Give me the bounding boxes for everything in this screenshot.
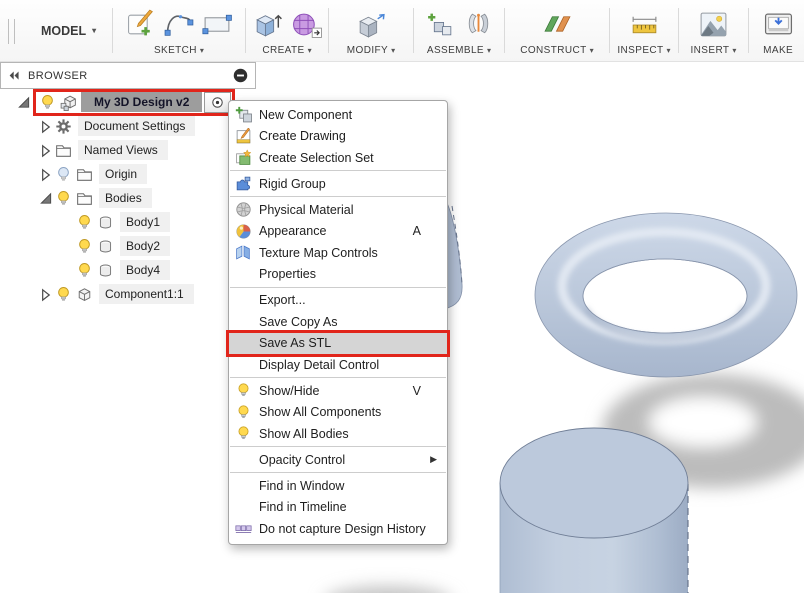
cylinder-body[interactable]	[500, 428, 688, 593]
menu-item-shortcut: V	[413, 384, 437, 398]
menu-item-properties[interactable]: Properties	[229, 264, 447, 286]
rigid-group-icon	[235, 175, 252, 192]
tree-item-label: Body1	[120, 212, 170, 232]
bulb-on-icon[interactable]	[54, 285, 73, 304]
menu-item-display-detail-control[interactable]: Display Detail Control	[229, 354, 447, 376]
menu-item-opacity-control[interactable]: Opacity Control ▶	[229, 449, 447, 471]
menu-separator	[230, 472, 446, 473]
arrow-collapsed-icon[interactable]	[38, 119, 53, 134]
design-history-icon	[235, 520, 252, 537]
gear-icon	[54, 117, 73, 136]
menu-item-show-hide[interactable]: Show/Hide V	[229, 380, 447, 402]
menu-item-label: Texture Map Controls	[259, 246, 378, 260]
tree-item-label: Body2	[120, 236, 170, 256]
physical-material-icon	[235, 201, 252, 218]
menu-item-label: Show All Components	[259, 405, 381, 419]
menu-item-rigid-group[interactable]: Rigid Group	[229, 173, 447, 195]
menu-item-export[interactable]: Export...	[229, 290, 447, 312]
menu-item-physical-material[interactable]: Physical Material	[229, 199, 447, 221]
create-drawing-icon	[235, 128, 252, 145]
tree-item-label: Document Settings	[78, 116, 195, 136]
menu-item-find-in-window[interactable]: Find in Window	[229, 475, 447, 497]
annotation-box-root-item: My 3D Design v2	[33, 89, 235, 116]
menu-separator	[230, 287, 446, 288]
radio-icon	[211, 96, 224, 109]
tree-item-label: Component1:1	[99, 284, 194, 304]
context-menu: New Component Create Drawing Create Select…	[228, 100, 448, 545]
menu-item-new-component[interactable]: New Component	[229, 104, 447, 126]
body-icon	[96, 237, 115, 256]
menu-separator	[230, 196, 446, 197]
tree-item-label: Body4	[120, 260, 170, 280]
menu-item-appearance[interactable]: Appearance A	[229, 221, 447, 243]
menu-item-find-in-timeline[interactable]: Find in Timeline	[229, 497, 447, 519]
tree-item-label: Bodies	[99, 188, 152, 208]
new-component-icon	[235, 106, 252, 123]
torus-body[interactable]	[535, 213, 797, 377]
menu-item-save-copy-as[interactable]: Save Copy As	[229, 311, 447, 333]
menu-item-label: Create Drawing	[259, 129, 346, 143]
body-icon	[96, 261, 115, 280]
arrow-collapsed-icon[interactable]	[38, 143, 53, 158]
tree-item-label: Origin	[99, 164, 147, 184]
menu-item-label: New Component	[259, 108, 352, 122]
component-icon	[75, 285, 94, 304]
menu-item-label: Find in Timeline	[259, 500, 347, 514]
body-icon	[96, 213, 115, 232]
menu-item-label: Export...	[259, 293, 306, 307]
menu-item-save-as-stl[interactable]: Save As STL	[229, 333, 447, 355]
cylinder-shadow	[324, 586, 452, 593]
texture-map-icon	[235, 244, 252, 261]
menu-item-do-not-capture-design-history[interactable]: Do not capture Design History	[229, 518, 447, 540]
menu-separator	[230, 446, 446, 447]
menu-item-label: Opacity Control	[259, 453, 345, 467]
menu-item-create-selection-set[interactable]: Create Selection Set	[229, 147, 447, 169]
bulb-on-icon[interactable]	[54, 189, 73, 208]
menu-item-show-all-bodies[interactable]: Show All Bodies	[229, 423, 447, 445]
selection-set-icon	[235, 149, 252, 166]
menu-item-show-all-components[interactable]: Show All Components	[229, 402, 447, 424]
bulb-on-icon[interactable]	[75, 237, 94, 256]
menu-item-label: Rigid Group	[259, 177, 326, 191]
menu-item-label: Save Copy As	[259, 315, 338, 329]
bulb-icon	[235, 425, 252, 442]
tree-item-label: Named Views	[78, 140, 168, 160]
appearance-icon	[235, 223, 252, 240]
arrow-collapsed-icon[interactable]	[38, 287, 53, 302]
menu-item-label: Create Selection Set	[259, 151, 374, 165]
menu-separator	[230, 377, 446, 378]
bulb-off-icon[interactable]	[54, 165, 73, 184]
bulb-on-icon[interactable]	[75, 213, 94, 232]
menu-item-texture-map-controls[interactable]: Texture Map Controls	[229, 242, 447, 264]
menu-item-label: Do not capture Design History	[259, 522, 426, 536]
folder-icon	[75, 165, 94, 184]
menu-item-label: Save As STL	[259, 336, 331, 350]
fusion360-window: MODEL ▾ SKETCH▾ CREATE▾ MODIFY▾ ASSEMBLE…	[0, 0, 804, 593]
tree-item-label: My 3D Design v2	[81, 92, 202, 112]
menu-item-label: Physical Material	[259, 203, 353, 217]
arrow-collapsed-icon[interactable]	[38, 167, 53, 182]
menu-item-shortcut: A	[413, 224, 437, 238]
menu-item-label: Display Detail Control	[259, 358, 379, 372]
menu-item-label: Show/Hide	[259, 384, 319, 398]
bulb-icon	[235, 404, 252, 421]
arrow-expanded-icon[interactable]	[38, 191, 53, 206]
menu-item-create-drawing[interactable]: Create Drawing	[229, 126, 447, 148]
folder-icon	[75, 189, 94, 208]
bulb-on-icon[interactable]	[75, 261, 94, 280]
component-assembly-icon	[59, 93, 78, 112]
folder-icon	[54, 141, 73, 160]
submenu-arrow-icon: ▶	[430, 454, 437, 465]
menu-item-label: Find in Window	[259, 479, 344, 493]
menu-item-label: Show All Bodies	[259, 427, 349, 441]
menu-item-label: Properties	[259, 267, 316, 281]
arrow-expanded-icon[interactable]	[16, 95, 31, 110]
menu-separator	[230, 170, 446, 171]
menu-item-label: Appearance	[259, 224, 326, 238]
bulb-on-icon[interactable]	[38, 93, 57, 112]
bulb-icon	[235, 382, 252, 399]
